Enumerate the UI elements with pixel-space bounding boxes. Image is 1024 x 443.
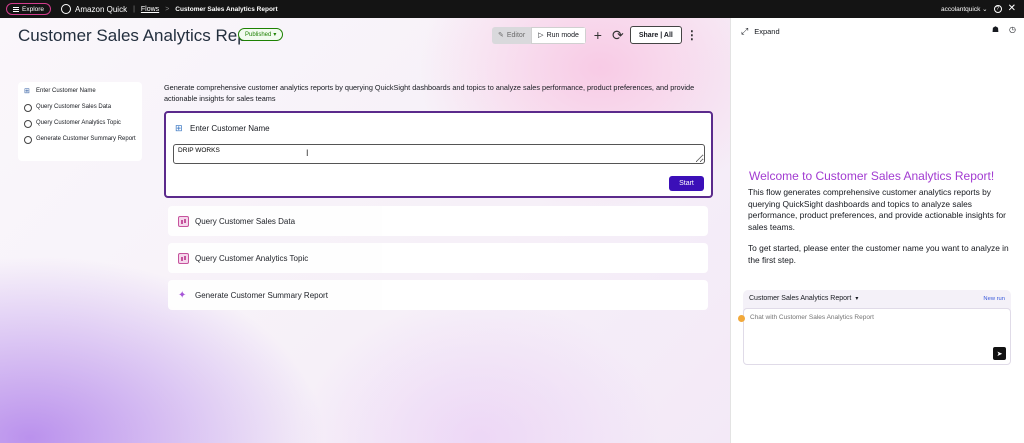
- editor-mode-button[interactable]: ✎ Editor: [492, 26, 532, 44]
- step-item-query-sales-data[interactable]: Query Customer Sales Data: [24, 104, 136, 112]
- assistant-panel: ⤢ Expand ☗ ◷ Welcome to Customer Sales A…: [730, 18, 1024, 443]
- text-input-icon: ⊞: [175, 123, 183, 133]
- step-item-label: Query Customer Analytics Topic: [36, 120, 121, 126]
- menu-icon: [13, 6, 19, 12]
- customer-name-input[interactable]: [173, 144, 705, 164]
- step-card-title: Query Customer Analytics Topic: [195, 253, 309, 263]
- welcome-message: This flow generates comprehensive custom…: [748, 187, 1010, 276]
- sparkle-icon: ✦: [178, 289, 187, 301]
- close-icon[interactable]: ✕: [1008, 4, 1016, 14]
- step-card-query-analytics-topic[interactable]: Query Customer Analytics Topic: [168, 243, 708, 273]
- app-brand[interactable]: Amazon Quick: [61, 4, 127, 14]
- chat-input-box: ➤: [738, 308, 1011, 365]
- account-area: accolantquick ⌄ ? ✕: [941, 0, 1024, 18]
- step-item-generate-summary[interactable]: Generate Customer Summary Report: [24, 136, 136, 144]
- breadcrumb-divider: |: [133, 5, 135, 13]
- chevron-down-icon: ▾: [855, 296, 859, 302]
- page-title: Customer Sales Analytics Report: [18, 26, 267, 45]
- step-status-icon: [24, 104, 32, 112]
- chat-header: Customer Sales Analytics Report ▾ New run: [743, 290, 1011, 307]
- breadcrumb-separator: >: [165, 5, 170, 13]
- text-input-icon: ⊞: [24, 88, 30, 95]
- run-mode-button[interactable]: ▷ Run mode: [531, 26, 586, 44]
- expand-button[interactable]: ⤢ Expand: [741, 26, 780, 37]
- more-options-icon[interactable]: ⋮: [686, 28, 698, 42]
- chat-flow-selector[interactable]: Customer Sales Analytics Report ▾: [749, 295, 858, 302]
- status-indicator-icon: [738, 315, 745, 322]
- status-badge[interactable]: Published ▾: [238, 28, 284, 41]
- quicksight-dashboard-icon: [178, 252, 189, 264]
- step-card-title: Enter Customer Name: [190, 123, 270, 133]
- step-card-header: ⊞ Enter Customer Name: [175, 123, 270, 133]
- app-name: Amazon Quick: [75, 4, 128, 14]
- step-status-icon: [24, 120, 32, 128]
- flow-workspace: Customer Sales Analytics Report Publishe…: [0, 18, 730, 443]
- step-card-enter-customer-name: ⊞ Enter Customer Name I Start: [164, 111, 713, 198]
- flow-toolbar: ✎ Editor ▷ Run mode + ⟳ Share | All ⋮: [492, 26, 698, 44]
- account-menu[interactable]: accolantquick ⌄: [941, 5, 988, 13]
- history-icon[interactable]: ◷: [1009, 25, 1016, 34]
- sync-icon[interactable]: ⟳: [610, 27, 626, 44]
- chevron-down-icon: ⌄: [982, 6, 988, 13]
- explore-button[interactable]: Explore: [6, 3, 52, 15]
- play-icon: ▷: [538, 32, 544, 39]
- editor-label: Editor: [506, 31, 526, 39]
- step-item-label: Query Customer Sales Data: [36, 104, 112, 110]
- step-item-enter-customer-name[interactable]: ⊞ Enter Customer Name: [24, 88, 136, 96]
- breadcrumb-flows-link[interactable]: Flows: [141, 6, 159, 13]
- explore-label: Explore: [22, 5, 45, 13]
- chat-input[interactable]: [750, 314, 990, 321]
- new-run-link[interactable]: New run: [983, 296, 1005, 302]
- instruction-paragraph: To get started, please enter the custome…: [748, 243, 1009, 265]
- pencil-icon: ✎: [498, 32, 504, 39]
- chevron-down-icon: ▾: [273, 32, 277, 38]
- add-icon[interactable]: +: [590, 27, 606, 43]
- top-navigation-bar: Explore Amazon Quick | Flows > Customer …: [0, 0, 1024, 18]
- steps-outline: ⊞ Enter Customer Name Query Customer Sal…: [18, 82, 142, 161]
- panel-actions: ☗ ◷: [992, 25, 1016, 34]
- text-cursor-icon: I: [306, 148, 309, 158]
- amazon-quick-logo-icon: [61, 4, 72, 14]
- status-badge-label: Published: [245, 31, 272, 38]
- step-card-generate-summary[interactable]: ✦ Generate Customer Summary Report: [168, 280, 708, 310]
- step-card-title: Generate Customer Summary Report: [195, 290, 328, 300]
- step-card-query-sales-data[interactable]: Query Customer Sales Data: [168, 206, 708, 236]
- send-icon[interactable]: ➤: [993, 347, 1006, 360]
- breadcrumb-current: Customer Sales Analytics Report: [175, 5, 278, 13]
- step-card-title: Query Customer Sales Data: [195, 216, 296, 226]
- chat-flow-title: Customer Sales Analytics Report: [749, 295, 852, 302]
- welcome-title: Welcome to Customer Sales Analytics Repo…: [749, 169, 995, 183]
- step-item-label: Enter Customer Name: [36, 88, 96, 94]
- help-icon[interactable]: ?: [993, 5, 1002, 13]
- quicksight-dashboard-icon: [178, 215, 189, 227]
- agent-icon[interactable]: ☗: [992, 25, 999, 34]
- run-mode-label: Run mode: [546, 31, 579, 39]
- flow-description: Generate comprehensive customer analytic…: [164, 83, 695, 103]
- mode-toggle: ✎ Editor ▷ Run mode: [492, 26, 586, 44]
- chat-composer: Customer Sales Analytics Report ▾ New run…: [738, 290, 1011, 365]
- expand-label: Expand: [754, 27, 780, 36]
- account-name: accolantquick: [940, 6, 981, 13]
- step-item-label: Generate Customer Summary Report: [36, 136, 136, 142]
- start-button[interactable]: Start: [669, 176, 704, 191]
- welcome-paragraph: This flow generates comprehensive custom…: [748, 187, 1006, 232]
- share-button[interactable]: Share | All: [629, 26, 682, 44]
- step-status-icon: [24, 136, 32, 144]
- step-item-query-analytics-topic[interactable]: Query Customer Analytics Topic: [24, 120, 136, 128]
- expand-icon: ⤢: [741, 26, 749, 36]
